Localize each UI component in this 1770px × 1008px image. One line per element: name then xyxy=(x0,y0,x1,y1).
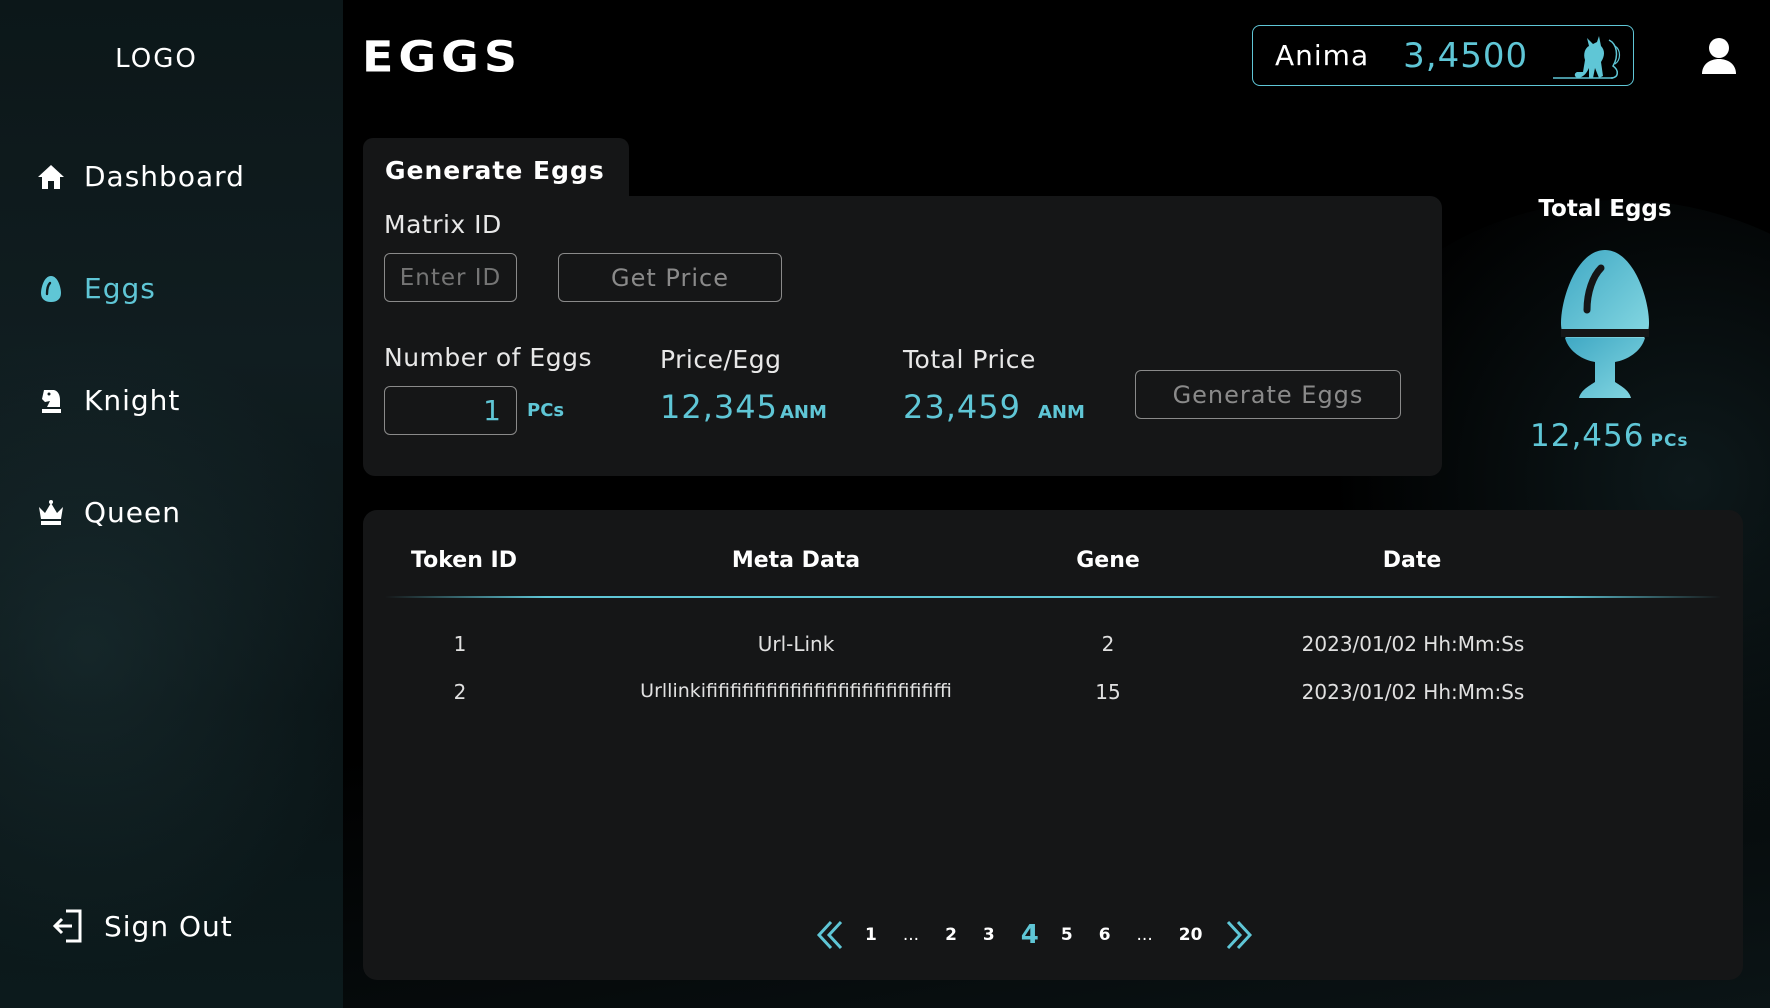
egg-icon xyxy=(41,275,61,302)
home-icon xyxy=(38,164,64,189)
column-header-meta-data[interactable]: Meta Data xyxy=(706,548,886,573)
sidebar-item-label: Knight xyxy=(84,384,181,417)
page-link[interactable]: 3 xyxy=(983,925,995,945)
page-ellipsis: ... xyxy=(902,925,920,945)
generate-eggs-button[interactable]: Generate Eggs xyxy=(1135,370,1401,419)
sidebar-item-knight[interactable]: Knight xyxy=(36,384,180,417)
price-per-egg-label: Price/Egg xyxy=(660,345,782,374)
sidebar-item-queen[interactable]: Queen xyxy=(36,496,181,529)
page-title: EGGS xyxy=(362,32,523,82)
column-header-gene[interactable]: Gene xyxy=(1063,548,1153,573)
tab-generate-eggs[interactable]: Generate Eggs xyxy=(363,138,629,200)
crown-icon xyxy=(39,499,63,525)
cell-token-id: 1 xyxy=(453,632,467,656)
matrix-id-input[interactable] xyxy=(384,253,517,302)
knight-icon xyxy=(42,389,61,413)
header-divider xyxy=(385,596,1721,598)
cat-icon xyxy=(1553,36,1621,79)
page-ellipsis: ... xyxy=(1136,925,1153,945)
num-eggs-unit: PCs xyxy=(527,400,565,421)
pagination: 1 ... 2 3 4 5 6 ... 20 xyxy=(815,918,1254,952)
price-per-egg-value: 12,345 xyxy=(660,388,778,426)
balance-label: Anima xyxy=(1275,39,1370,72)
total-eggs-unit: PCs xyxy=(1650,431,1689,451)
column-header-token-id[interactable]: Token ID xyxy=(400,548,528,573)
sidebar: LOGO Dashboard Eggs Knight Queen Sign Ou… xyxy=(0,0,343,1008)
page-link[interactable]: 20 xyxy=(1179,925,1203,945)
generate-panel xyxy=(363,196,1442,476)
total-price-label: Total Price xyxy=(903,345,1036,374)
total-eggs-title: Total Eggs xyxy=(1538,196,1672,222)
balance-box: Anima 3,4500 xyxy=(1252,25,1634,86)
page-link[interactable]: 1 xyxy=(865,925,877,945)
cell-date: 2023/01/02 Hh:Mm:Ss xyxy=(1301,632,1525,656)
sidebar-item-label: Eggs xyxy=(84,272,156,305)
cell-token-id: 2 xyxy=(453,680,467,704)
num-eggs-label: Number of Eggs xyxy=(384,343,592,372)
page-link[interactable]: 2 xyxy=(945,925,957,945)
user-icon[interactable] xyxy=(1700,36,1738,76)
get-price-button[interactable]: Get Price xyxy=(558,253,782,302)
sidebar-item-label: Dashboard xyxy=(84,160,245,193)
egg-cup-icon xyxy=(1561,250,1649,398)
total-eggs-value: 12,456 PCs xyxy=(1530,418,1689,454)
sidebar-item-dashboard[interactable]: Dashboard xyxy=(36,160,245,193)
total-eggs-number: 12,456 xyxy=(1530,418,1645,454)
balance-value: 3,4500 xyxy=(1403,35,1529,76)
column-header-date[interactable]: Date xyxy=(1367,548,1457,573)
page-link[interactable]: 5 xyxy=(1061,925,1073,945)
cell-gene: 15 xyxy=(1095,680,1121,704)
total-price-value: 23,459 xyxy=(903,388,1021,426)
page-link-current[interactable]: 4 xyxy=(1021,920,1039,950)
logo: LOGO xyxy=(115,44,198,74)
sign-out-label: Sign Out xyxy=(104,909,233,943)
matrix-id-label: Matrix ID xyxy=(384,210,502,239)
sign-out-icon xyxy=(52,909,82,943)
total-price-unit: ANM xyxy=(1038,402,1085,423)
cell-date: 2023/01/02 Hh:Mm:Ss xyxy=(1301,680,1525,704)
num-eggs-input[interactable]: 1 xyxy=(384,386,517,435)
cell-gene: 2 xyxy=(1101,632,1115,656)
cell-meta-data[interactable]: Url-Link xyxy=(616,632,976,656)
sidebar-item-label: Queen xyxy=(84,496,181,529)
cell-meta-data[interactable]: Urllinkififififififififififififififififi… xyxy=(616,680,976,702)
price-per-egg-unit: ANM xyxy=(780,402,827,423)
chevron-double-left-icon[interactable] xyxy=(815,918,845,952)
sidebar-item-eggs[interactable]: Eggs xyxy=(36,272,156,305)
page-link[interactable]: 6 xyxy=(1099,925,1111,945)
sign-out-button[interactable]: Sign Out xyxy=(52,908,233,944)
chevron-double-right-icon[interactable] xyxy=(1224,918,1254,952)
eggs-table: Token ID Meta Data Gene Date 1 Url-Link … xyxy=(363,510,1743,980)
